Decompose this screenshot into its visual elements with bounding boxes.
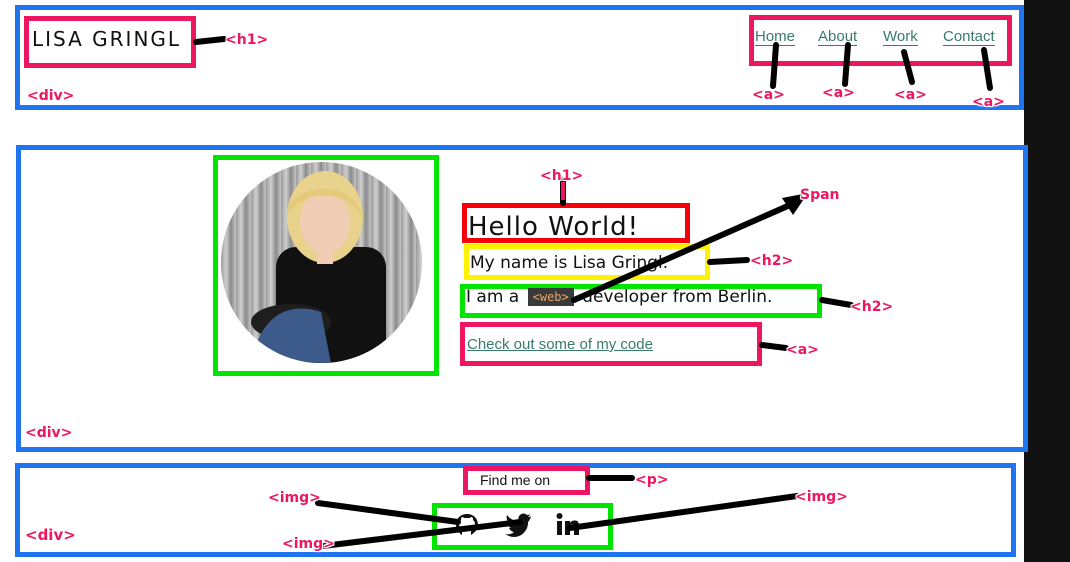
label-img-right: <img> bbox=[795, 489, 848, 505]
label-span: Span bbox=[800, 187, 840, 203]
label-a-work: <a> bbox=[894, 87, 927, 103]
label-hero-div: <div> bbox=[25, 425, 73, 441]
label-footer-div: <div> bbox=[25, 526, 76, 544]
label-a-contact: <a> bbox=[972, 94, 1005, 110]
label-a-about: <a> bbox=[822, 85, 855, 101]
label-a-home: <a> bbox=[752, 87, 785, 103]
label-h1-logo: <h1> bbox=[225, 32, 269, 48]
label-h1-hero: <h1> bbox=[540, 168, 584, 184]
label-img-left: <img> bbox=[268, 490, 321, 506]
label-h2-intro: <h2> bbox=[750, 253, 794, 269]
label-p-find: <p> bbox=[635, 472, 669, 488]
annotation-arrows bbox=[193, 36, 993, 549]
label-header-div: <div> bbox=[27, 88, 75, 104]
label-img-bottom: <img> bbox=[282, 536, 335, 552]
label-h2-role: <h2> bbox=[850, 299, 894, 315]
label-a-code: <a> bbox=[786, 342, 819, 358]
